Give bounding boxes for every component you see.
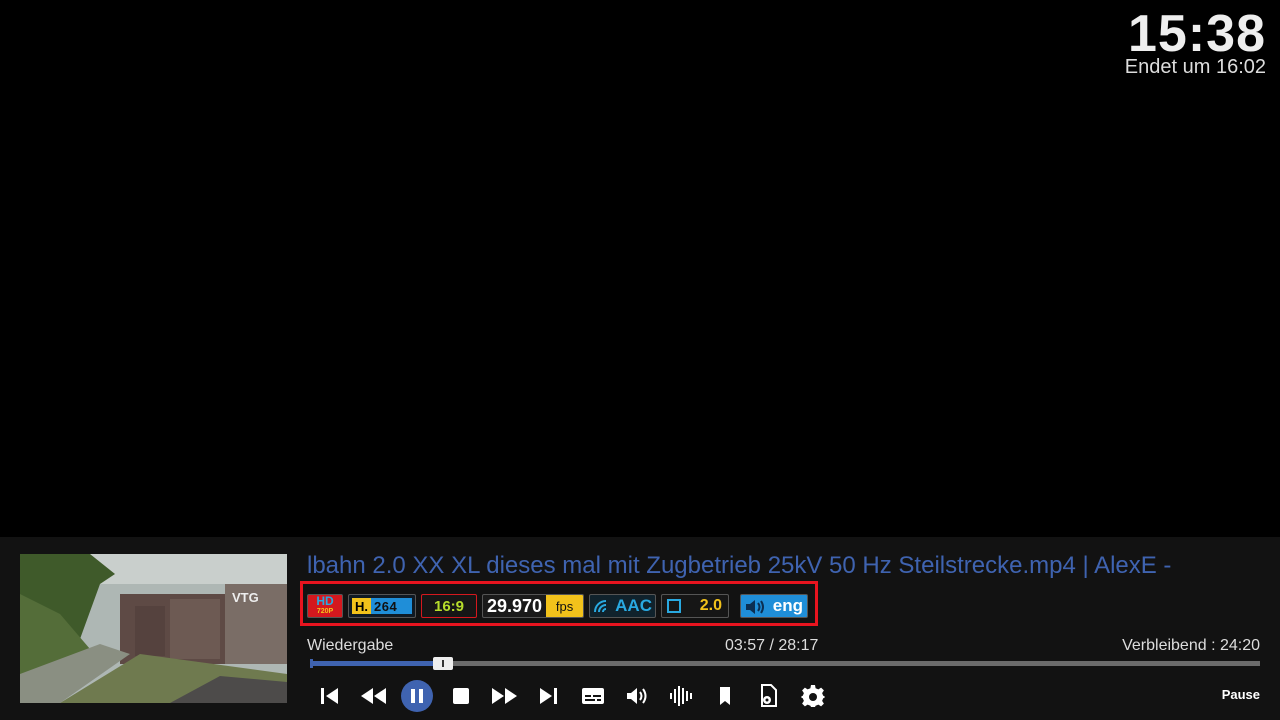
subtitles-button[interactable] — [577, 680, 609, 712]
media-title: lbahn 2.0 XX XL dieses mal mit Zugbetrie… — [307, 552, 1172, 579]
seek-handle[interactable] — [433, 657, 453, 670]
rewind-button[interactable] — [357, 680, 389, 712]
rewind-icon — [361, 688, 386, 704]
train-thumbnail-image: VTG — [20, 554, 287, 703]
audio-stream-button[interactable] — [665, 680, 697, 712]
file-settings-icon — [761, 684, 777, 707]
audio-codec-badge: AAC — [589, 594, 656, 618]
skip-next-icon — [540, 688, 557, 704]
volume-icon — [627, 688, 647, 704]
subtitles-icon — [582, 688, 604, 704]
seek-start-marker — [310, 659, 313, 668]
elapsed-time: 03:57 / 28:17 — [725, 637, 819, 654]
audio-language-label: eng — [772, 596, 803, 615]
volume-button[interactable] — [621, 680, 653, 712]
clock-time: 15:38 — [1128, 5, 1266, 63]
end-time: Endet um 16:02 — [1124, 56, 1266, 78]
stop-button[interactable] — [445, 680, 477, 712]
stop-icon — [453, 688, 469, 704]
framerate-badge: 29.970 fps — [482, 594, 584, 618]
skip-next-button[interactable] — [533, 680, 565, 712]
speaker-icon — [746, 600, 764, 614]
media-info-badges: HD 720P H. 264 16:9 29.970 fps AAC 2.0 e… — [307, 594, 808, 618]
gear-icon — [801, 685, 825, 707]
fast-forward-icon — [492, 688, 517, 704]
resolution-badge: HD 720P — [307, 594, 343, 618]
player-osd: VTG lbahn 2.0 XX XL dieses mal mit Zugbe… — [0, 537, 1280, 720]
skip-previous-icon — [321, 688, 338, 704]
play-state-label: Pause — [1221, 687, 1260, 702]
transport-controls — [313, 680, 841, 712]
remaining-time: Verbleibend : 24:20 — [1122, 637, 1260, 654]
audio-channels-label: 2.0 — [699, 597, 722, 614]
audio-codec-label: AAC — [615, 596, 652, 615]
settings-button[interactable] — [797, 680, 829, 712]
thumbnail-logo: VTG — [232, 590, 259, 605]
video-codec-badge: H. 264 — [348, 594, 416, 618]
audio-wave-icon — [594, 600, 607, 613]
seek-bar[interactable] — [310, 657, 1260, 670]
bookmark-button[interactable] — [709, 680, 741, 712]
framerate-unit: fps — [546, 595, 583, 617]
audio-stream-icon — [670, 686, 692, 706]
resolution-sub-label: 720P — [316, 608, 334, 615]
aspect-ratio-badge: 16:9 — [421, 594, 477, 618]
pause-button[interactable] — [401, 680, 433, 712]
video-codec-label: 264 — [374, 598, 398, 614]
skip-previous-button[interactable] — [313, 680, 345, 712]
audio-channels-badge: 2.0 — [661, 594, 729, 618]
video-codec-prefix: H. — [352, 598, 371, 614]
file-settings-button[interactable] — [753, 680, 785, 712]
clock: 15:38 Endet um 16:02 — [1124, 5, 1266, 78]
pause-icon — [411, 689, 423, 703]
video-thumbnail: VTG — [20, 554, 287, 703]
audio-language-badge: eng — [740, 594, 808, 618]
playback-state: Wiedergabe — [307, 637, 394, 654]
channels-square-icon — [667, 599, 681, 613]
framerate-value: 29.970 — [487, 595, 543, 616]
fast-forward-button[interactable] — [489, 680, 521, 712]
bookmark-icon — [720, 687, 730, 705]
seek-progress — [310, 661, 443, 666]
resolution-label: HD — [316, 594, 334, 608]
